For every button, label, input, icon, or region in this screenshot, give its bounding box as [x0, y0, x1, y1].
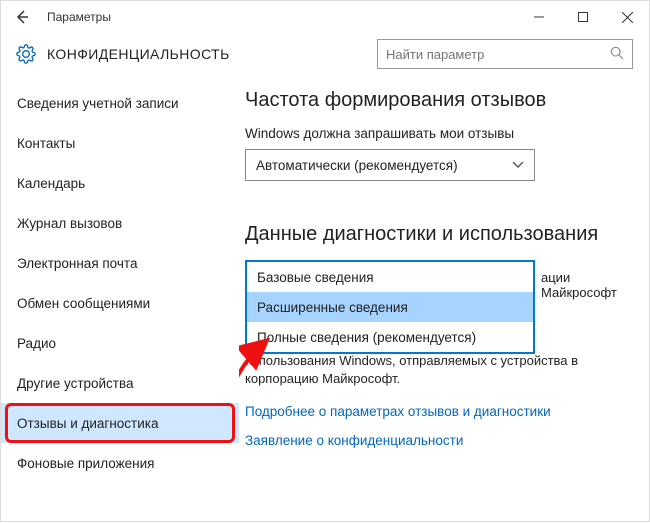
link-learn-more[interactable]: Подробнее о параметрах отзывов и диагнос…: [245, 404, 627, 419]
sidebar-item-messaging[interactable]: Обмен сообщениями: [1, 283, 239, 323]
sidebar-item-other-devices[interactable]: Другие устройства: [1, 363, 239, 403]
dropdown-option-full[interactable]: Полные сведения (рекомендуется): [247, 322, 533, 352]
back-button[interactable]: [7, 2, 37, 32]
sidebar-item-radio[interactable]: Радио: [1, 323, 239, 363]
sidebar-item-label: Сведения учетной записи: [17, 96, 179, 111]
sidebar-item-calendar[interactable]: Календарь: [1, 163, 239, 203]
maximize-icon: [578, 12, 588, 22]
search-box[interactable]: [377, 39, 633, 69]
content-area: Частота формирования отзывов Windows дол…: [239, 75, 649, 523]
sidebar-item-label: Журнал вызовов: [17, 216, 122, 231]
titlebar: Параметры: [1, 1, 649, 33]
maximize-button[interactable]: [561, 2, 605, 32]
sidebar-item-label: Другие устройства: [17, 376, 134, 391]
sidebar-item-label: Календарь: [17, 176, 85, 191]
gear-icon: [15, 43, 37, 65]
sidebar-item-label: Радио: [17, 336, 56, 351]
page-title: КОНФИДЕНЦИАЛЬНОСТЬ: [47, 46, 230, 62]
option-label: Базовые сведения: [257, 270, 374, 285]
sidebar: Сведения учетной записи Контакты Календа…: [1, 75, 239, 483]
close-button[interactable]: [605, 2, 649, 32]
search-icon: [610, 46, 624, 63]
sidebar-item-call-history[interactable]: Журнал вызовов: [1, 203, 239, 243]
close-icon: [622, 12, 633, 23]
dropdown-option-basic[interactable]: Базовые сведения: [247, 262, 533, 292]
feedback-frequency-select[interactable]: Автоматически (рекомендуется): [245, 149, 535, 181]
minimize-button[interactable]: [517, 2, 561, 32]
diagnostics-description: Этот параметр контролирует объем данных …: [245, 352, 627, 388]
sidebar-item-label: Электронная почта: [17, 256, 137, 271]
sidebar-item-email[interactable]: Электронная почта: [1, 243, 239, 283]
dropdown-option-enhanced[interactable]: Расширенные сведения: [247, 292, 533, 322]
header: КОНФИДЕНЦИАЛЬНОСТЬ: [1, 33, 649, 75]
minimize-icon: [534, 12, 544, 22]
sidebar-item-account-info[interactable]: Сведения учетной записи: [1, 83, 239, 123]
diagnostics-description-fragment: ации Майкрософт: [541, 270, 627, 300]
link-privacy-statement[interactable]: Заявление о конфиденциальности: [245, 433, 627, 448]
sidebar-item-contacts[interactable]: Контакты: [1, 123, 239, 163]
diagnostics-dropdown[interactable]: Базовые сведения Расширенные сведения По…: [245, 260, 535, 354]
sidebar-item-label: Фоновые приложения: [17, 456, 154, 471]
option-label: Расширенные сведения: [257, 300, 408, 315]
sidebar-item-label: Обмен сообщениями: [17, 296, 150, 311]
feedback-heading: Частота формирования отзывов: [245, 89, 627, 112]
sidebar-item-label: Отзывы и диагностика: [17, 416, 159, 431]
sidebar-item-label: Контакты: [17, 136, 75, 151]
select-value: Автоматически (рекомендуется): [256, 158, 458, 173]
arrow-left-icon: [14, 9, 30, 25]
sidebar-item-background-apps[interactable]: Фоновые приложения: [1, 443, 239, 483]
feedback-label: Windows должна запрашивать мои отзывы: [245, 126, 627, 141]
option-label: Полные сведения (рекомендуется): [257, 330, 476, 345]
search-input[interactable]: [386, 47, 610, 62]
diagnostics-heading: Данные диагностики и использования: [245, 223, 627, 246]
sidebar-item-feedback-diagnostics[interactable]: Отзывы и диагностика: [1, 403, 239, 443]
chevron-down-icon: [512, 158, 524, 172]
window-title: Параметры: [47, 10, 111, 24]
